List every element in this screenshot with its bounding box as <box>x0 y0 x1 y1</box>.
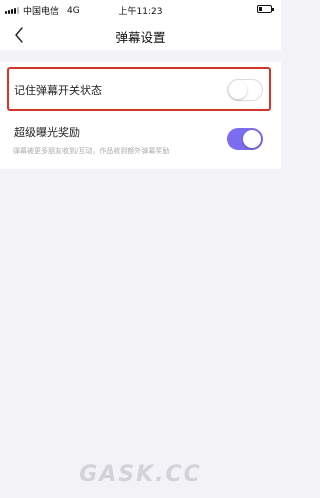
page-title: 弹幕设置 <box>115 30 166 45</box>
watermark: GASK.CC <box>79 462 202 487</box>
highlight-box <box>7 67 271 111</box>
super-exposure-label: 超级曝光奖励 <box>14 126 80 139</box>
super-exposure-description: 弹幕被更多朋友收到/互动，作品收到额外弹幕奖励 <box>13 147 170 155</box>
battery-icon <box>257 5 274 13</box>
nav-bar: 弹幕设置 <box>0 20 281 50</box>
toggle-knob <box>243 130 261 148</box>
status-bar: 中国电信 4G 上午11:23 <box>0 0 281 20</box>
status-time: 上午11:23 <box>118 7 163 17</box>
super-exposure-toggle[interactable] <box>227 128 263 150</box>
